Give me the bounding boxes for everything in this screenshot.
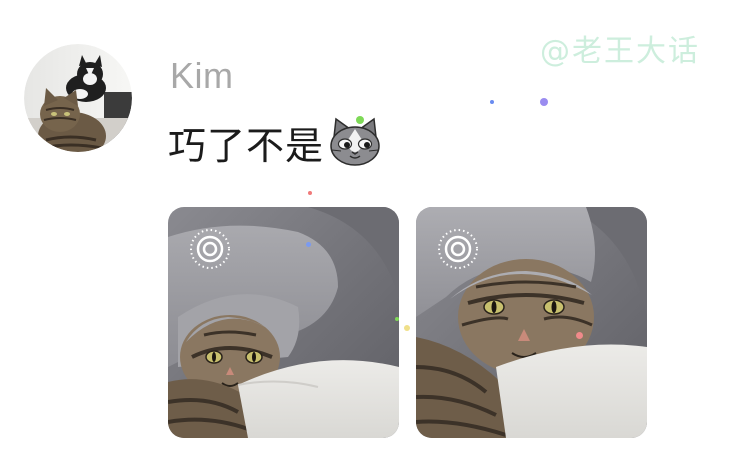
- chat-screen: @老王大话 Kim 巧了不是: [0, 0, 741, 452]
- live-photo-icon: [190, 229, 230, 269]
- sparkle-dot: [395, 317, 399, 321]
- live-photo-2[interactable]: [416, 207, 647, 438]
- sparkle-dot: [308, 191, 312, 195]
- sparkle-dot: [490, 100, 494, 104]
- sparkle-dot: [306, 242, 311, 247]
- live-photo-1[interactable]: [168, 207, 399, 438]
- sender-name[interactable]: Kim: [170, 55, 234, 97]
- message-text: 巧了不是: [168, 123, 325, 168]
- avatar[interactable]: [24, 44, 132, 152]
- watermark: @老王大话: [540, 34, 700, 69]
- message-bubble[interactable]: 巧了不是: [168, 112, 382, 172]
- cat-face-icon: [330, 117, 380, 166]
- sparkle-dot: [576, 332, 583, 339]
- sparkle-dot: [404, 325, 410, 331]
- sparkle-dot: [356, 116, 364, 124]
- sparkle-dot: [540, 98, 548, 106]
- live-photo-icon: [438, 229, 478, 269]
